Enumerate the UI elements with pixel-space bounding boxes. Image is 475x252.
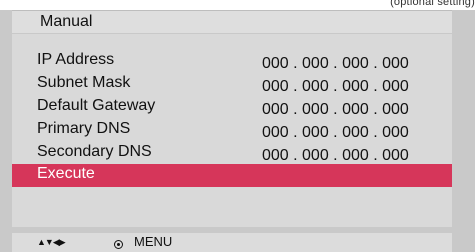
- subnet-mask-value[interactable]: 000 . 000 . 000 . 000: [262, 78, 409, 96]
- default-gateway-value[interactable]: 000 . 000 . 000 . 000: [262, 101, 409, 119]
- ok-button-icon: [114, 240, 123, 249]
- row-subnet-mask[interactable]: Subnet Mask 000 . 000 . 000 . 000: [12, 73, 452, 96]
- row-primary-dns[interactable]: Primary DNS 000 . 000 . 000 . 000: [12, 119, 452, 142]
- row-label: Default Gateway: [37, 97, 156, 114]
- top-strip: (optional setting): [0, 0, 475, 10]
- row-label: Secondary DNS: [37, 143, 152, 160]
- secondary-dns-value[interactable]: 000 . 000 . 000 . 000: [262, 147, 409, 165]
- footer-hint-bar: ▲▼◀▶ MENU: [12, 233, 452, 252]
- panel-header: Manual: [12, 10, 452, 33]
- row-label: Primary DNS: [37, 120, 131, 137]
- row-secondary-dns[interactable]: Secondary DNS 000 . 000 . 000 . 000: [12, 142, 452, 165]
- primary-dns-value[interactable]: 000 . 000 . 000 . 000: [262, 124, 409, 142]
- row-label: IP Address: [37, 51, 115, 68]
- execute-label: Execute: [37, 165, 95, 182]
- row-ip-address[interactable]: IP Address 000 . 000 . 000 . 000: [12, 50, 452, 73]
- top-note: (optional setting): [390, 0, 475, 8]
- page-title: Manual: [40, 13, 93, 30]
- settings-list: IP Address 000 . 000 . 000 . 000 Subnet …: [12, 34, 452, 227]
- ip-address-value[interactable]: 000 . 000 . 000 . 000: [262, 55, 409, 73]
- row-label: Subnet Mask: [37, 74, 131, 91]
- menu-hint-label: MENU: [134, 234, 173, 249]
- network-settings-panel: Manual IP Address 000 . 000 . 000 . 000 …: [0, 10, 475, 252]
- row-default-gateway[interactable]: Default Gateway 000 . 000 . 000 . 000: [12, 96, 452, 119]
- arrow-keys-icon: ▲▼◀▶: [37, 237, 66, 247]
- execute-button[interactable]: Execute: [12, 164, 452, 187]
